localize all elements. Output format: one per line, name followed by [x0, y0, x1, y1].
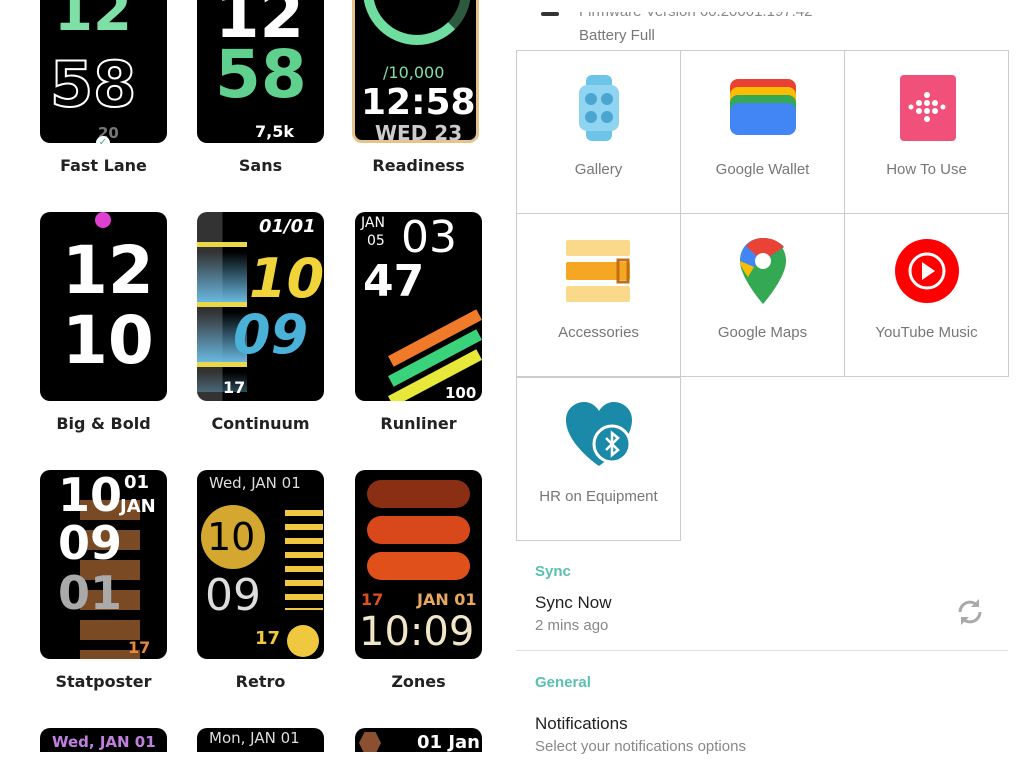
app-label: YouTube Music [875, 324, 978, 341]
date: Wed, JAN 01 [52, 733, 156, 751]
app-label: Accessories [558, 324, 639, 341]
date: 01 Jan [417, 732, 480, 752]
watch-face-label: Zones [391, 672, 446, 691]
watch-face[interactable]: Mon, JAN 01 [197, 728, 324, 752]
month: JAN [361, 215, 385, 231]
app-hr-on-equipment[interactable]: HR on Equipment [516, 377, 681, 541]
watch-face-retro[interactable]: Wed, JAN 01 10 09 17 [197, 470, 324, 659]
heart-rate: 100 [445, 384, 477, 401]
watch-gallery-icon [578, 75, 619, 141]
app-label: Gallery [574, 161, 623, 178]
date: 01/01 [259, 216, 316, 237]
progress-ring [363, 0, 471, 45]
section-general: General [535, 674, 591, 691]
app-google-wallet[interactable]: Google Wallet [680, 50, 845, 214]
chevron [367, 516, 470, 544]
map-pin-icon [739, 238, 786, 304]
dot [95, 212, 111, 228]
app-google-maps[interactable]: Google Maps [680, 213, 845, 377]
app-label: Google Wallet [715, 161, 810, 178]
day: 05 [367, 233, 385, 249]
chevron [367, 480, 470, 508]
minute: 09 [205, 570, 261, 621]
time: 10:09 [359, 609, 475, 655]
watch-face-label: Fast Lane [60, 156, 147, 175]
minute: 58 [49, 48, 137, 121]
watch-face[interactable]: 01 Jan [355, 728, 482, 752]
watch-face-continuum[interactable]: 01/01 10 09 17 [197, 212, 324, 401]
day: 01 [124, 472, 150, 493]
sync-now-row[interactable]: Sync Now 2 mins ago [516, 585, 1008, 651]
watch-face-label: Runliner [380, 414, 457, 433]
date: JAN 01 [417, 590, 477, 609]
minute: 47 [363, 256, 425, 307]
minute: 09 [58, 516, 123, 570]
hour: 12 [62, 232, 154, 309]
app-label: Google Maps [717, 324, 808, 341]
month: JAN [120, 496, 156, 517]
app-label: HR on Equipment [539, 488, 658, 505]
firmware-version: Firmware Version 60.20001.197.42 [579, 3, 813, 20]
watch-face-label: Continuum [211, 414, 310, 433]
minute: 09 [233, 303, 309, 366]
minute: 58 [215, 36, 307, 113]
hour: 10 [249, 247, 324, 310]
band-icon [565, 240, 630, 302]
manual-icon [899, 75, 956, 141]
heart-bluetooth-icon [565, 402, 632, 466]
stat: 17 [255, 628, 281, 649]
date: Wed, JAN 01 [209, 474, 301, 492]
steps-goal: /10,000 [383, 63, 445, 82]
chevrons [285, 510, 323, 610]
app-youtube-music[interactable]: YouTube Music [844, 213, 1009, 377]
stat: 17 [361, 590, 384, 609]
device-icon [541, 12, 559, 16]
stat: 17 [223, 378, 246, 397]
minute: 10 [62, 302, 154, 379]
watch-face[interactable]: Wed, JAN 01 [40, 728, 167, 752]
second: 01 [58, 566, 123, 620]
sync-now-title: Sync Now [535, 593, 612, 612]
time: 12:58 [361, 82, 476, 123]
watch-face-runliner[interactable]: JAN 05 03 47 100 [355, 212, 482, 401]
youtube-music-icon [894, 239, 959, 303]
notifications-row[interactable]: Notifications Select your notifications … [516, 706, 1008, 756]
hour: 03 [401, 212, 457, 263]
watch-face-label: Sans [238, 156, 283, 175]
section-sync: Sync [535, 563, 571, 580]
selected-check-icon: ✓ [96, 136, 110, 150]
stat: 17 [128, 638, 151, 657]
watch-face-label: Retro [235, 672, 286, 691]
notifications-subtitle: Select your notifications options [535, 738, 746, 755]
watch-face-label: Readiness [372, 156, 465, 175]
watch-face-sans[interactable]: 12 58 7,5k [197, 0, 324, 143]
zones-icon [287, 625, 319, 657]
sync-last-time: 2 mins ago [535, 617, 609, 634]
watch-face-statposter[interactable]: 10 09 01 01 JAN 17 [40, 470, 167, 659]
hour: 10 [207, 515, 256, 559]
watch-face-zones[interactable]: 17 JAN 01 10:09 [355, 470, 482, 659]
wallet-icon [729, 79, 796, 135]
steps: 7,5k [255, 122, 294, 141]
hexagon-icon [359, 732, 381, 752]
hour: 10 [58, 470, 123, 522]
watch-face-big-bold[interactable]: 12 10 [40, 212, 167, 401]
notifications-title: Notifications [535, 714, 628, 733]
chevron [367, 552, 470, 580]
watch-face-label: Statposter [55, 672, 152, 691]
sync-icon[interactable] [954, 596, 986, 628]
watch-face-fast-lane[interactable]: 12 58 20 [40, 0, 167, 143]
date: Mon, JAN 01 [209, 729, 300, 747]
app-accessories[interactable]: Accessories [516, 213, 681, 377]
app-label: How To Use [886, 161, 967, 178]
battery-status: Battery Full [579, 27, 655, 44]
app-how-to-use[interactable]: How To Use [844, 50, 1009, 214]
hour: 12 [54, 0, 132, 44]
app-gallery[interactable]: Gallery [516, 50, 681, 214]
watch-face-readiness[interactable]: /10,000 12:58 WED 23 [352, 0, 479, 143]
watch-face-label: Big & Bold [56, 414, 151, 433]
date: WED 23 [375, 121, 463, 143]
